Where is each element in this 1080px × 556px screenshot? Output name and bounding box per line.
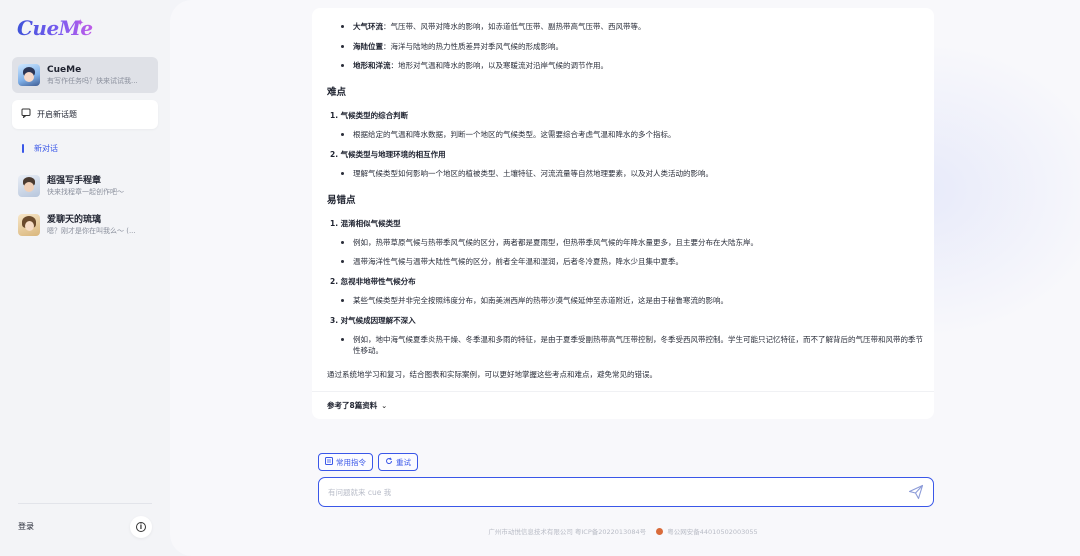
- numbered-item-title: 2. 气候类型与地理环境的相互作用: [330, 150, 446, 159]
- list-item: 地形和洋流：地形对气温和降水的影响，以及寒暖流对沿岸气候的调节作用。: [341, 60, 923, 71]
- chat-plus-icon: [21, 108, 31, 121]
- common-commands-label: 常用指令: [336, 457, 366, 467]
- avatar: [18, 64, 40, 86]
- info-button[interactable]: i: [130, 516, 152, 538]
- chat-name: 爱聊天的琉璃: [47, 215, 102, 225]
- chat-name: 超强写手程章: [47, 176, 102, 186]
- numbered-item-title: 1. 气候类型的综合判断: [330, 111, 409, 120]
- chat-subtitle: 有写作任务吗？快来试试我...: [47, 77, 138, 85]
- new-chat-section[interactable]: 新对话: [22, 143, 58, 154]
- command-list-icon: [325, 457, 333, 467]
- references-toggle[interactable]: 参考了8篇资料 ⌄: [327, 400, 387, 411]
- new-topic-button[interactable]: 开启新话题: [12, 100, 158, 129]
- avatar: [18, 175, 40, 197]
- references-label: 参考了8篇资料: [327, 401, 378, 410]
- message-input-box[interactable]: [318, 477, 934, 507]
- list-item: 温带海洋性气候与温带大陆性气候的区分，前者全年温和湿润，后者冬冷夏热，降水少且集…: [341, 256, 923, 267]
- list-item: 例如，热带草原气候与热带季风气候的区分，两者都是夏雨型，但热带季风气候的年降水量…: [341, 237, 923, 248]
- info-icon: i: [136, 522, 146, 532]
- logo-sparkle-icon: ✦: [76, 18, 85, 29]
- chat-subtitle: 快来找程章一起创作吧～: [47, 188, 124, 196]
- difficulties-heading: 难点: [327, 87, 347, 98]
- chat-item-liuli[interactable]: 爱聊天的琉璃 嗯？刚才是你在叫我么～ (...: [12, 207, 158, 243]
- avatar: [18, 214, 40, 236]
- answer-card: 大气环流：气压带、风带对降水的影响，如赤道低气压带、副热带高气压带、西风带等。 …: [312, 8, 934, 419]
- retry-label: 重试: [396, 457, 411, 467]
- list-item: 例如，地中海气候夏季炎热干燥、冬季温和多雨的特征，是由于夏季受副热带高气压带控制…: [341, 335, 923, 355]
- new-topic-label: 开启新话题: [37, 110, 77, 119]
- section-indicator: [22, 144, 24, 153]
- send-icon[interactable]: [908, 484, 924, 500]
- list-item: 理解气候类型如何影响一个地区的植被类型、土壤特征、河流流量等自然地理要素，以及对…: [341, 168, 923, 179]
- new-chat-label: 新对话: [34, 144, 58, 153]
- divider: [312, 391, 934, 392]
- numbered-item-title: 2. 忽视非地带性气候分布: [330, 277, 416, 286]
- numbered-item-title: 1. 混淆相似气候类型: [330, 219, 401, 228]
- refresh-icon: [385, 457, 393, 467]
- message-input[interactable]: [328, 484, 888, 500]
- sidebar-divider: [18, 503, 152, 504]
- company-icp-text[interactable]: 广州市动悦信息技术有限公司 粤ICP备2022013084号: [488, 528, 646, 536]
- footer: 广州市动悦信息技术有限公司 粤ICP备2022013084号 粤公网安备4401…: [312, 526, 934, 536]
- retry-button[interactable]: 重试: [378, 453, 418, 471]
- chat-name: CueMe: [47, 65, 82, 75]
- list-item: 根据给定的气温和降水数据，判断一个地区的气候类型。这需要综合考虑气温和降水的多个…: [341, 129, 923, 140]
- list-item: 海陆位置：海洋与陆地的热力性质差异对季风气候的形成影响。: [341, 41, 923, 52]
- numbered-item-title: 3. 对气候成因理解不深入: [330, 316, 416, 325]
- chat-subtitle: 嗯？刚才是你在叫我么～ (...: [47, 227, 136, 235]
- sidebar: CueMe ✦ CueMe 有写作任务吗？快来试试我... 开启新话题 新对话 …: [0, 0, 170, 556]
- chat-item-cueme[interactable]: CueMe 有写作任务吗？快来试试我...: [12, 57, 158, 93]
- police-badge-icon: [656, 528, 664, 535]
- list-item: 大气环流：气压带、风带对降水的影响，如赤道低气压带、副热带高气压带、西风带等。: [341, 21, 923, 32]
- mistakes-heading: 易错点: [327, 195, 356, 206]
- police-record-text[interactable]: 粤公网安备44010502003055: [667, 528, 757, 536]
- common-commands-button[interactable]: 常用指令: [318, 453, 373, 471]
- conclusion-text: 通过系统地学习和复习，结合图表和实际案例，可以更好地掌握这些考点和难点，避免常见…: [327, 370, 657, 379]
- list-item: 某些气候类型并非完全按照纬度分布，如南美洲西岸的热带沙漠气候延伸至赤道附近，这是…: [341, 295, 923, 306]
- chat-item-writer[interactable]: 超强写手程章 快来找程章一起创作吧～: [12, 168, 158, 204]
- login-link[interactable]: 登录: [18, 521, 34, 532]
- chevron-down-icon: ⌄: [381, 401, 388, 410]
